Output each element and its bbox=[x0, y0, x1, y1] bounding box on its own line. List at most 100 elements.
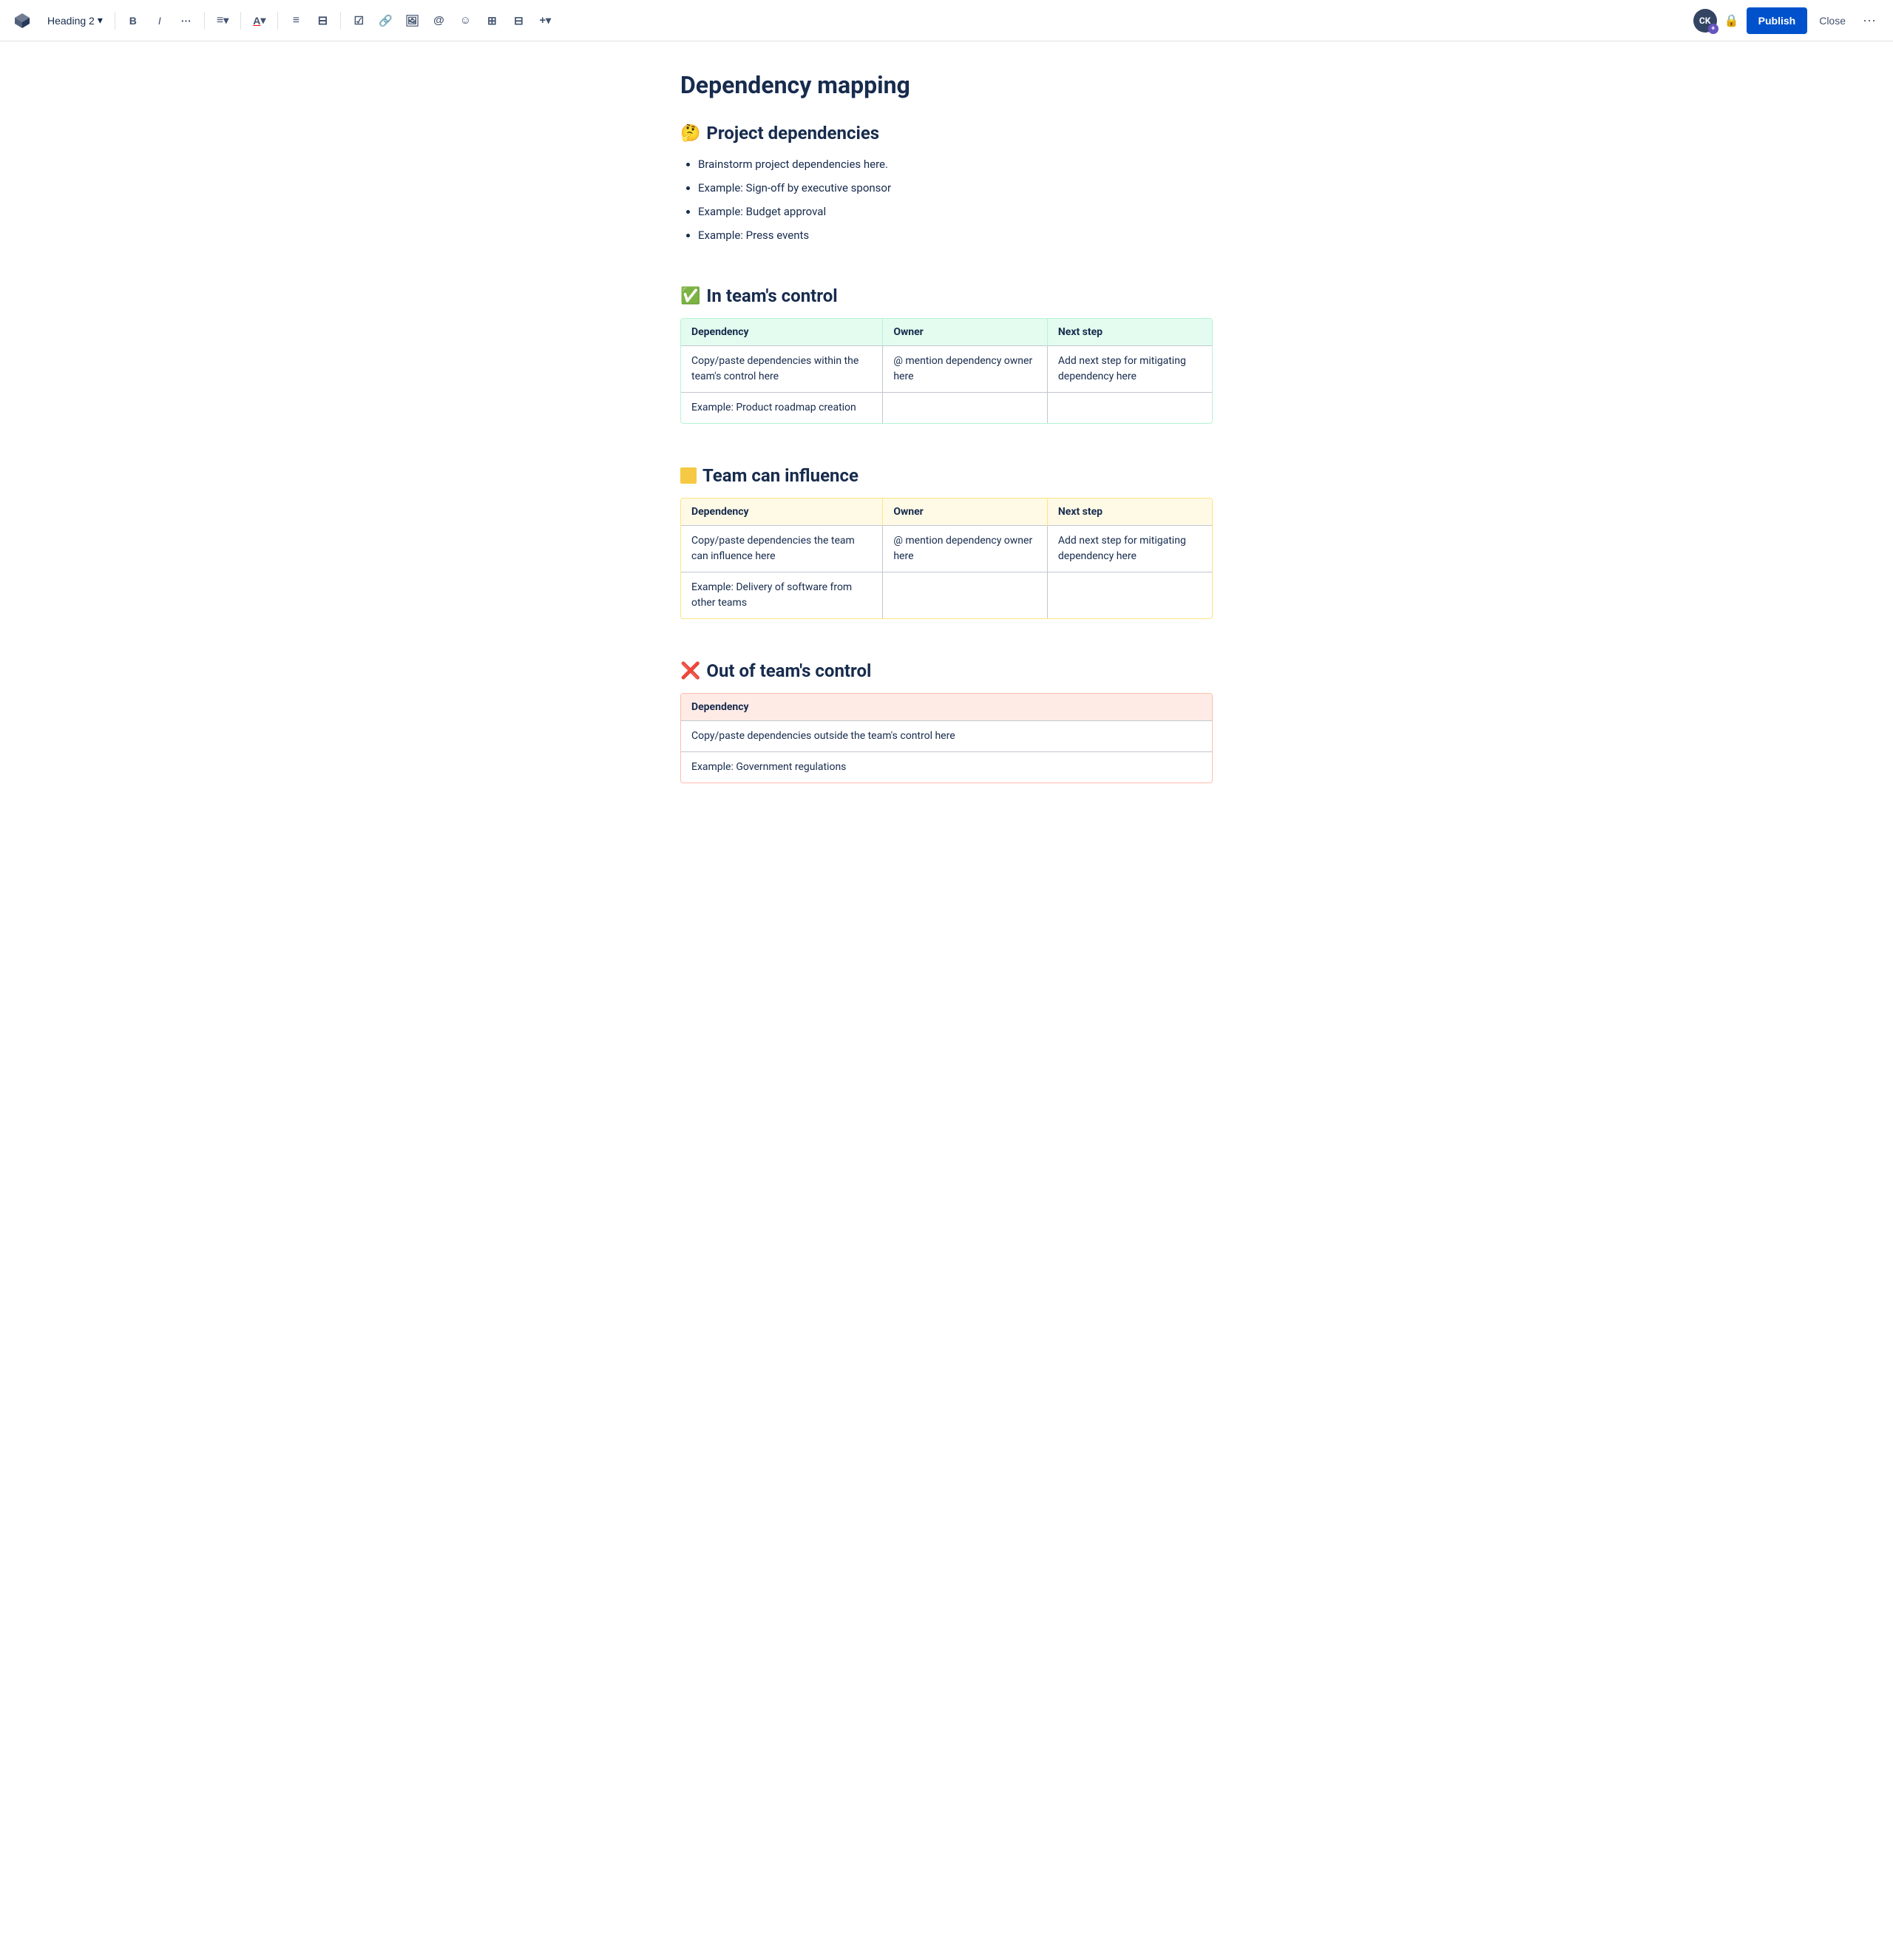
table-cell bbox=[883, 572, 1048, 619]
task-button[interactable]: ☑ bbox=[347, 9, 370, 33]
dependencies-list: Brainstorm project dependencies here. Ex… bbox=[680, 155, 1213, 244]
lock-button[interactable]: 🔒 bbox=[1720, 9, 1744, 33]
numbered-list-button[interactable]: ⊟ bbox=[311, 9, 334, 33]
section-team-can-influence: Team can influence Dependency Owner Next… bbox=[680, 465, 1213, 619]
section-heading-4: ❌ Out of team's control bbox=[680, 660, 1213, 681]
task-icon: ☑ bbox=[354, 14, 364, 27]
divider-4 bbox=[277, 12, 278, 30]
section-heading-3: Team can influence bbox=[680, 465, 1213, 486]
col-header: Owner bbox=[883, 319, 1048, 346]
table-button[interactable]: ⊞ bbox=[480, 9, 504, 33]
heading-selector-label: Heading 2 bbox=[47, 15, 95, 27]
section-in-teams-control: ✅ In team's control Dependency Owner Nex… bbox=[680, 285, 1213, 424]
col-header: Owner bbox=[883, 499, 1048, 526]
yellow-table: Dependency Owner Next step Copy/paste de… bbox=[681, 499, 1212, 618]
align-icon: ≡ bbox=[217, 14, 223, 27]
section-heading-1: 🤔 Project dependencies bbox=[680, 123, 1213, 143]
mention-icon: @ bbox=[433, 14, 444, 27]
col-header: Dependency bbox=[681, 694, 1212, 721]
table-row: Copy/paste dependencies the team can inf… bbox=[681, 526, 1212, 572]
more-options-icon: ··· bbox=[1863, 13, 1876, 28]
table-row: Example: Product roadmap creation bbox=[681, 393, 1212, 424]
bullet-list-icon: ≡ bbox=[293, 14, 299, 27]
page-title: Dependency mapping bbox=[680, 71, 1213, 99]
divider-2 bbox=[204, 12, 205, 30]
table-cell: @ mention dependency owner here bbox=[883, 346, 1048, 393]
more-format-button[interactable]: ··· bbox=[175, 9, 198, 33]
section-out-of-teams-control: ❌ Out of team's control Dependency Copy/… bbox=[680, 660, 1213, 783]
publish-button[interactable]: Publish bbox=[1747, 7, 1808, 34]
table-cell: Copy/paste dependencies within the team'… bbox=[681, 346, 883, 393]
italic-button[interactable]: I bbox=[148, 9, 172, 33]
list-item: Brainstorm project dependencies here. bbox=[698, 155, 1213, 173]
table-icon: ⊞ bbox=[487, 14, 497, 27]
table-cell: Example: Delivery of software from other… bbox=[681, 572, 883, 619]
color-icon: A bbox=[253, 15, 260, 27]
table-cell: @ mention dependency owner here bbox=[883, 526, 1048, 572]
yellow-table-wrapper: Dependency Owner Next step Copy/paste de… bbox=[680, 498, 1213, 619]
bullet-list-button[interactable]: ≡ bbox=[284, 9, 308, 33]
more-options-button[interactable]: ··· bbox=[1858, 9, 1881, 33]
green-table: Dependency Owner Next step Copy/paste de… bbox=[681, 319, 1212, 423]
image-icon: 🖼 bbox=[405, 14, 419, 27]
table-cell: Example: Product roadmap creation bbox=[681, 393, 883, 424]
emoji-icon: ☺ bbox=[460, 14, 471, 27]
toolbar: Heading 2 ▾ B I ··· ≡ ▾ A ▾ ≡ ⊟ ☑ 🔗 🖼 @ … bbox=[0, 0, 1893, 41]
image-button[interactable]: 🖼 bbox=[400, 9, 424, 33]
table-cell: Copy/paste dependencies outside the team… bbox=[681, 721, 1212, 752]
app-logo bbox=[12, 10, 33, 31]
table-cell bbox=[883, 393, 1048, 424]
col-header: Dependency bbox=[681, 319, 883, 346]
cross-mark-icon: ❌ bbox=[680, 662, 700, 680]
color-button[interactable]: A ▾ bbox=[247, 9, 271, 33]
lock-icon: 🔒 bbox=[1724, 13, 1739, 28]
table-cell bbox=[1047, 572, 1212, 619]
table-cell: Add next step for mitigating dependency … bbox=[1047, 526, 1212, 572]
col-header: Next step bbox=[1047, 499, 1212, 526]
table-row: Example: Delivery of software from other… bbox=[681, 572, 1212, 619]
section-heading-2: ✅ In team's control bbox=[680, 285, 1213, 306]
yellow-square-icon bbox=[680, 467, 697, 484]
link-button[interactable]: 🔗 bbox=[373, 9, 397, 33]
numbered-list-icon: ⊟ bbox=[318, 13, 328, 28]
table-cell: Example: Government regulations bbox=[681, 752, 1212, 783]
user-avatar[interactable]: CK + bbox=[1693, 9, 1717, 33]
col-header: Dependency bbox=[681, 499, 883, 526]
content-area: Dependency mapping 🤔 Project dependencie… bbox=[651, 41, 1242, 878]
heading-chevron-icon: ▾ bbox=[98, 14, 103, 27]
table-cell bbox=[1047, 393, 1212, 424]
red-table: Dependency Copy/paste dependencies outsi… bbox=[681, 694, 1212, 783]
insert-chevron-icon: ▾ bbox=[546, 14, 551, 27]
layout-button[interactable]: ⊟ bbox=[507, 9, 530, 33]
list-item: Example: Press events bbox=[698, 226, 1213, 244]
insert-plus-button[interactable]: + ▾ bbox=[533, 9, 557, 33]
red-table-wrapper: Dependency Copy/paste dependencies outsi… bbox=[680, 693, 1213, 783]
align-button[interactable]: ≡ ▾ bbox=[211, 9, 234, 33]
layout-icon: ⊟ bbox=[514, 14, 524, 27]
plus-icon: + bbox=[539, 14, 546, 27]
align-chevron-icon: ▾ bbox=[223, 14, 228, 27]
list-item: Example: Sign-off by executive sponsor bbox=[698, 179, 1213, 197]
list-item: Example: Budget approval bbox=[698, 203, 1213, 220]
collaborators: CK + bbox=[1693, 9, 1717, 33]
heading-selector[interactable]: Heading 2 ▾ bbox=[41, 11, 109, 30]
table-row: Example: Government regulations bbox=[681, 752, 1212, 783]
color-chevron-icon: ▾ bbox=[260, 14, 265, 27]
mention-button[interactable]: @ bbox=[427, 9, 450, 33]
close-button[interactable]: Close bbox=[1810, 10, 1855, 31]
section-project-dependencies: 🤔 Project dependencies Brainstorm projec… bbox=[680, 123, 1213, 244]
table-cell: Add next step for mitigating dependency … bbox=[1047, 346, 1212, 393]
table-row: Copy/paste dependencies within the team'… bbox=[681, 346, 1212, 393]
table-cell: Copy/paste dependencies the team can inf… bbox=[681, 526, 883, 572]
table-row: Copy/paste dependencies outside the team… bbox=[681, 721, 1212, 752]
bold-button[interactable]: B bbox=[121, 9, 145, 33]
col-header: Next step bbox=[1047, 319, 1212, 346]
avatar-badge: + bbox=[1708, 24, 1718, 34]
emoji-button[interactable]: ☺ bbox=[453, 9, 477, 33]
divider-3 bbox=[240, 12, 241, 30]
checkmark-icon: ✅ bbox=[680, 287, 700, 305]
green-table-wrapper: Dependency Owner Next step Copy/paste de… bbox=[680, 318, 1213, 424]
thinking-icon: 🤔 bbox=[680, 124, 700, 143]
divider-5 bbox=[340, 12, 341, 30]
link-icon: 🔗 bbox=[379, 14, 393, 27]
